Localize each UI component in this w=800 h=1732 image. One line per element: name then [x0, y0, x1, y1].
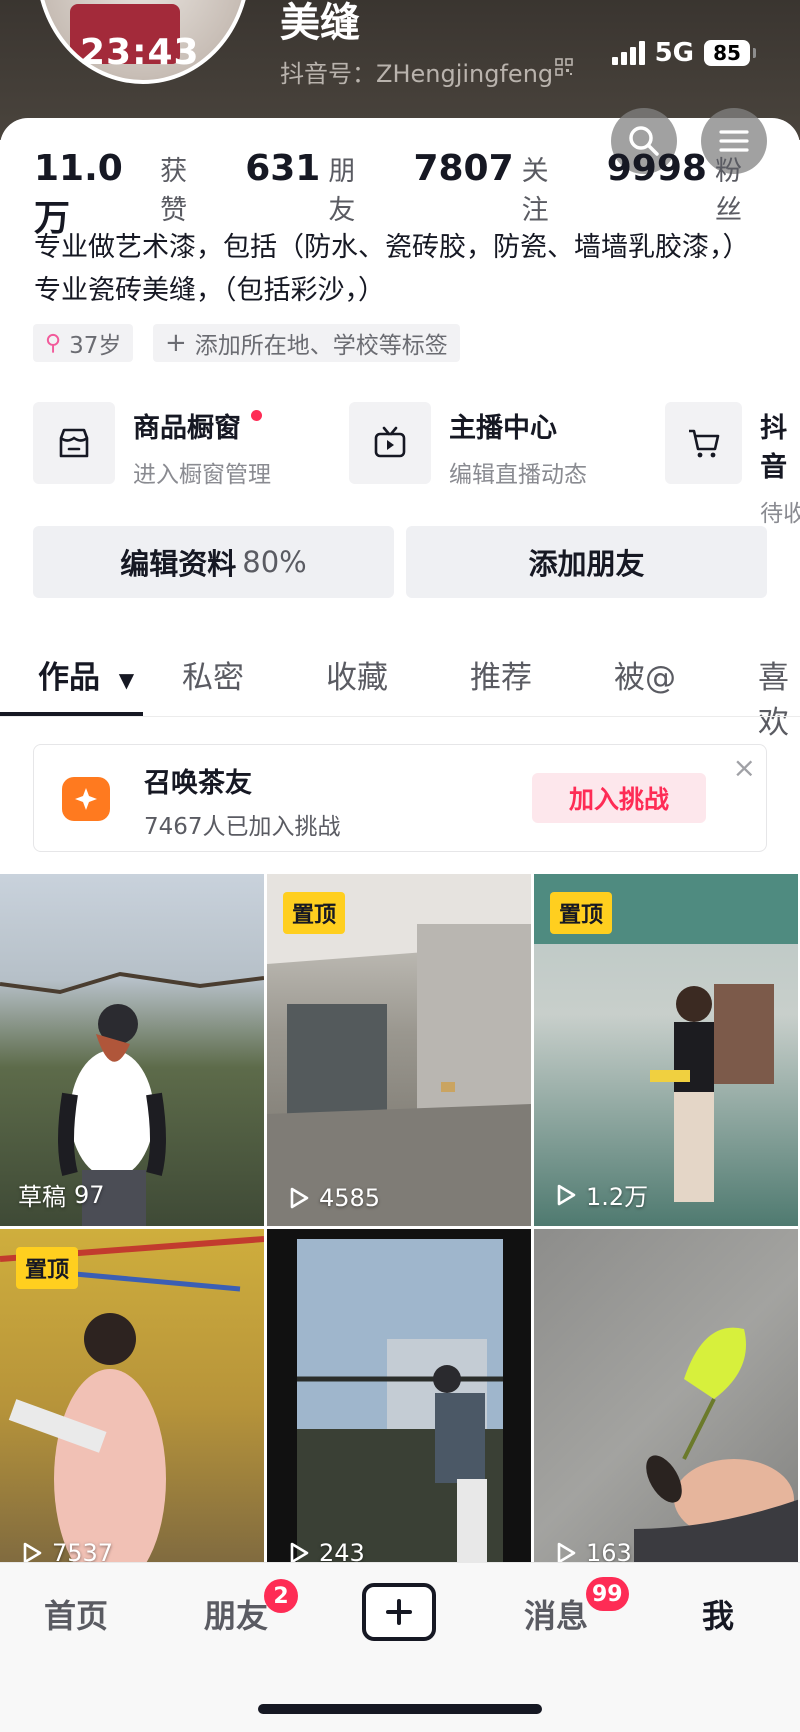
feature-title: 抖音	[760, 413, 788, 483]
feature-subtitle: 待收	[760, 501, 800, 527]
cart-icon	[665, 402, 743, 484]
challenge-card[interactable]: 召唤茶友 7467人已加入挑战 加入挑战 ×	[33, 744, 767, 852]
video-stats: 4585	[285, 1184, 380, 1212]
video-thumbnail[interactable]: 163	[534, 1229, 798, 1581]
add-tag-label: 添加所在地、学校等标签	[194, 333, 448, 359]
play-icon	[290, 1187, 309, 1209]
following-label[interactable]: 关注	[522, 149, 573, 227]
tabbar-me[interactable]: 我	[702, 1591, 734, 1637]
age-tag: ⚲ 37岁	[33, 324, 134, 362]
tab-works[interactable]: 作品 ▼	[38, 652, 134, 697]
shop-icon	[33, 402, 115, 484]
feature-title: 商品橱窗	[133, 413, 241, 444]
pinned-badge: 置顶	[16, 1247, 79, 1289]
battery-icon: 85	[704, 40, 756, 66]
tab-recommend[interactable]: 推荐	[470, 652, 532, 697]
challenge-icon	[62, 777, 110, 821]
qr-code-icon[interactable]	[555, 58, 573, 76]
view-count: 1.2万	[586, 1183, 649, 1211]
add-tag-button[interactable]: + 添加所在地、学校等标签	[153, 324, 460, 362]
view-count: 4585	[319, 1184, 381, 1212]
play-icon	[557, 1184, 576, 1205]
edit-profile-label: 编辑资料	[120, 547, 237, 581]
female-icon: ⚲	[45, 330, 62, 356]
messages-badge: 99	[586, 1577, 629, 1611]
video-stats: 1.2万	[552, 1177, 648, 1212]
plus-icon: +	[165, 328, 187, 358]
join-challenge-button[interactable]: 加入挑战	[532, 773, 706, 823]
close-icon[interactable]: ×	[733, 751, 756, 784]
divider	[0, 716, 800, 717]
network-type: 5G	[654, 38, 694, 68]
friends-label[interactable]: 朋友	[328, 149, 379, 227]
home-indicator	[258, 1704, 542, 1714]
feature-subtitle: 编辑直播动态	[449, 462, 587, 488]
video-thumbnail[interactable]: 置顶 7537	[0, 1229, 264, 1581]
tabbar-friends[interactable]: 朋友	[204, 1591, 268, 1637]
feature-douyin-orders[interactable]: 抖音 待收	[665, 402, 800, 527]
tabbar-home[interactable]: 首页	[44, 1591, 108, 1637]
tabbar-messages[interactable]: 消息	[524, 1591, 588, 1637]
profile-bio[interactable]: 专业做艺术漆，包括（防水、瓷砖胶，防瓷、墙墙乳胶漆，）专业瓷砖美缝，（包括彩沙，…	[34, 226, 764, 312]
notification-dot	[251, 410, 262, 421]
tab-favorites[interactable]: 收藏	[326, 652, 388, 697]
feature-shop-window[interactable]: 商品橱窗 进入橱窗管理	[33, 402, 271, 488]
create-button[interactable]	[362, 1583, 436, 1641]
challenge-title: 召唤茶友	[144, 768, 252, 799]
status-bar: 5G 85	[611, 38, 756, 68]
tab-liked[interactable]: 喜欢	[758, 652, 800, 742]
feature-subtitle: 进入橱窗管理	[133, 462, 271, 488]
tab-works-label: 作品	[38, 660, 100, 696]
feature-title: 主播中心	[449, 413, 557, 444]
challenge-subtitle: 7467人已加入挑战	[144, 814, 341, 840]
plus-icon	[386, 1599, 412, 1625]
tab-mentioned[interactable]: 被@	[614, 652, 676, 697]
age-label: 37岁	[69, 333, 122, 359]
pinned-badge: 置顶	[550, 892, 613, 934]
video-thumbnail[interactable]: 243	[267, 1229, 531, 1581]
friends-badge: 2	[264, 1579, 298, 1613]
video-stats: 草稿 97	[18, 1177, 105, 1212]
content-tabs: 作品 ▼ 私密 收藏 推荐 被@ 喜欢	[0, 640, 800, 741]
status-time: 23:43	[80, 32, 200, 73]
video-thumbnail[interactable]: 草稿 97	[0, 874, 264, 1226]
douyin-id[interactable]: 抖音号：ZHengjingfeng	[280, 54, 553, 89]
live-tv-icon	[349, 402, 431, 484]
profile-completion: 80%	[242, 545, 307, 579]
profile-name: 美缝	[280, 0, 360, 46]
followers-label[interactable]: 粉丝	[715, 149, 766, 227]
pinned-badge: 置顶	[283, 892, 346, 934]
video-thumbnail[interactable]: 置顶 1.2万	[534, 874, 798, 1226]
feature-anchor-center[interactable]: 主播中心 编辑直播动态	[349, 402, 587, 488]
following-count[interactable]: 7807	[413, 148, 513, 189]
add-friend-label: 添加朋友	[528, 547, 645, 581]
friends-count[interactable]: 631	[245, 148, 320, 189]
followers-count[interactable]: 9998	[607, 148, 707, 189]
signal-icon	[611, 41, 645, 65]
add-friend-button[interactable]: 添加朋友	[406, 526, 767, 598]
likes-label[interactable]: 获赞	[160, 149, 211, 227]
tab-private[interactable]: 私密	[182, 652, 244, 697]
view-count: 97	[74, 1180, 105, 1209]
caret-down-icon: ▼	[118, 667, 135, 692]
edit-profile-button[interactable]: 编辑资料 80%	[33, 526, 394, 598]
draft-label: 草稿	[18, 1183, 66, 1211]
video-thumbnail[interactable]: 置顶 4585	[267, 874, 531, 1226]
